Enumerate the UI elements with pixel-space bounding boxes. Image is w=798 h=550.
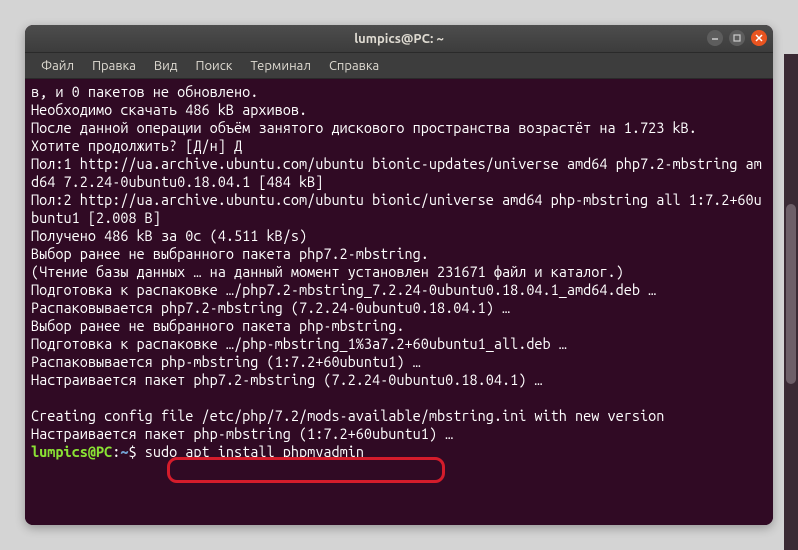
output-line: Пол:1 http://ua.archive.ubuntu.com/ubunt… bbox=[31, 155, 767, 191]
menu-file[interactable]: Файл bbox=[33, 56, 82, 76]
window-controls bbox=[707, 30, 767, 46]
menu-terminal[interactable]: Терминал bbox=[242, 56, 318, 76]
titlebar: lumpics@PC: ~ bbox=[25, 25, 773, 53]
output-line: Распаковывается php-mbstring (1:7.2+60ub… bbox=[31, 353, 767, 371]
prompt-user-host: lumpics@PC bbox=[31, 443, 112, 460]
menu-view[interactable]: Вид bbox=[146, 56, 186, 76]
output-line: Необходимо скачать 486 kB архивов. bbox=[31, 101, 767, 119]
menu-search[interactable]: Поиск bbox=[187, 56, 240, 76]
output-line: Пол:2 http://ua.archive.ubuntu.com/ubunt… bbox=[31, 191, 767, 227]
close-button[interactable] bbox=[751, 30, 767, 46]
blank-line bbox=[31, 389, 767, 407]
output-line: в, и 0 пакетов не обновлено. bbox=[31, 83, 767, 101]
command-input[interactable]: sudo apt install phpmyadmin bbox=[145, 443, 364, 460]
output-line: Подготовка к распаковке …/php7.2-mbstrin… bbox=[31, 281, 767, 299]
window-title: lumpics@PC: ~ bbox=[354, 32, 444, 46]
menu-edit[interactable]: Правка bbox=[84, 56, 144, 76]
output-line: (Чтение базы данных … на данный момент у… bbox=[31, 263, 767, 281]
output-line: Creating config file /etc/php/7.2/mods-a… bbox=[31, 407, 767, 425]
menubar: Файл Правка Вид Поиск Терминал Справка bbox=[25, 53, 773, 79]
output-line: Подготовка к распаковке …/php-mbstring_1… bbox=[31, 335, 767, 353]
prompt-line: lumpics@PC:~$ sudo apt install phpmyadmi… bbox=[31, 443, 767, 461]
output-line: Настраивается пакет php7.2-mbstring (7.2… bbox=[31, 371, 767, 389]
output-line: Распаковывается php7.2-mbstring (7.2.24-… bbox=[31, 299, 767, 317]
prompt-symbol: $ bbox=[128, 443, 136, 460]
output-line: Настраивается пакет php-mbstring (1:7.2+… bbox=[31, 425, 767, 443]
output-line: Выбор ранее не выбранного пакета php7.2-… bbox=[31, 245, 767, 263]
output-line: Получено 486 kB за 0с (4.511 kB/s) bbox=[31, 227, 767, 245]
output-line: Выбор ранее не выбранного пакета php-mbs… bbox=[31, 317, 767, 335]
maximize-button[interactable] bbox=[729, 30, 745, 46]
terminal-window: lumpics@PC: ~ Файл Правка Вид Поиск Терм… bbox=[25, 25, 773, 525]
menu-help[interactable]: Справка bbox=[321, 56, 387, 76]
minimize-button[interactable] bbox=[707, 30, 723, 46]
output-line: После данной операции объём занятого дис… bbox=[31, 119, 767, 137]
output-line: Хотите продолжить? [Д/н] Д bbox=[31, 137, 767, 155]
terminal-content[interactable]: в, и 0 пакетов не обновлено. Необходимо … bbox=[25, 79, 773, 525]
